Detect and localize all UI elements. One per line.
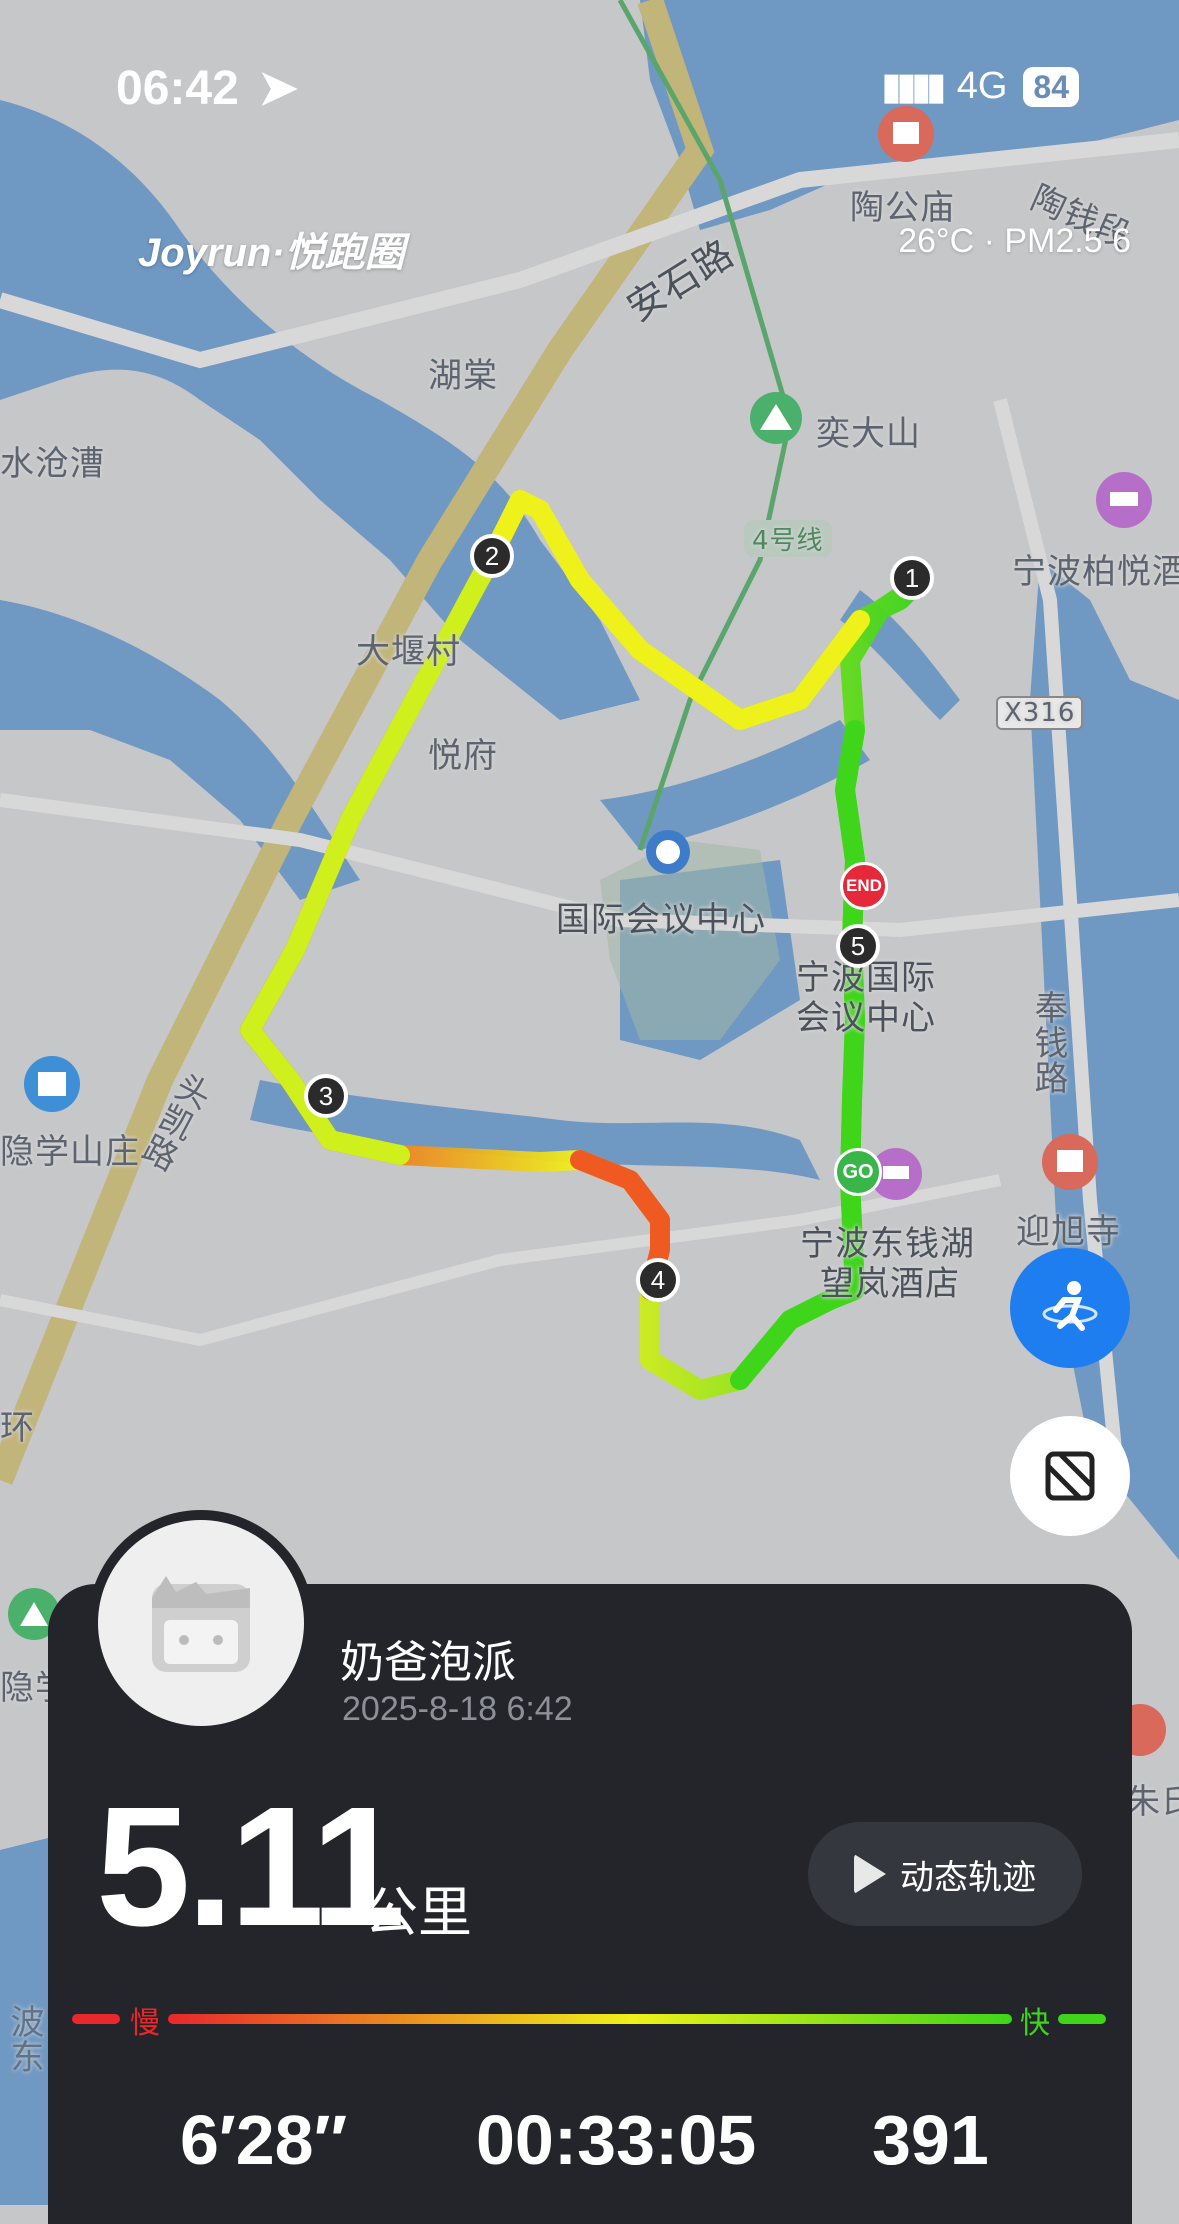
slow-bar-cap — [72, 2014, 120, 2024]
end-marker[interactable]: END — [840, 862, 888, 910]
km-marker-3[interactable]: 3 — [304, 1074, 348, 1118]
replay-track-button[interactable]: 动态轨迹 — [808, 1822, 1082, 1926]
play-icon — [854, 1854, 886, 1894]
poi-label[interactable]: 会议中心 — [796, 990, 936, 1039]
replay-label: 动态轨迹 — [900, 1857, 1036, 1898]
distance-unit: 公里 — [364, 1881, 472, 1944]
battery-indicator: 84 — [1023, 66, 1079, 107]
area-label: 水沧漕 — [0, 444, 105, 484]
mountain-pin-icon — [750, 392, 802, 444]
poi-label[interactable]: 隐学山庄 — [0, 1124, 140, 1173]
temple-pin-icon — [878, 106, 934, 162]
metro-station-icon — [646, 830, 690, 874]
poi-label[interactable]: 国际会议中心 — [556, 892, 766, 941]
fast-label: 快 — [1020, 2006, 1050, 2041]
status-time: 06:42 ➤ — [116, 62, 299, 115]
runner-button[interactable] — [1010, 1248, 1130, 1368]
duration-value: 00:33:05 — [476, 2101, 757, 2179]
network-type: 4G — [956, 65, 1008, 107]
fit-route-icon — [1045, 1451, 1095, 1501]
poi-label[interactable]: 迎旭寺 — [1016, 1204, 1121, 1253]
km-marker-2[interactable]: 2 — [470, 534, 514, 578]
road-label: 奉钱路 — [1028, 990, 1068, 1095]
building-pin-icon — [24, 1056, 80, 1112]
poi-label[interactable]: 朱氏 — [1126, 1774, 1179, 1823]
metro-line-label: 4号线 — [744, 520, 832, 557]
temple-pin-icon-2 — [1042, 1134, 1098, 1190]
brand-logo: Joyrun·悦跑圈 — [138, 231, 405, 275]
runner-icon — [1042, 1281, 1098, 1331]
weather-info: 26°C · PM2.5 6 — [898, 222, 1131, 260]
fit-route-button[interactable] — [1010, 1416, 1130, 1536]
area-label: 湖棠 — [428, 356, 498, 396]
avatar[interactable] — [98, 1520, 304, 1726]
hotel-pin-icon — [1096, 472, 1152, 528]
road-number-label: X316 — [996, 696, 1084, 730]
signal-icon: ▮▮▮▮ — [881, 66, 947, 108]
location-arrow-icon: ➤ — [258, 62, 299, 115]
km-marker-4[interactable]: 4 — [636, 1258, 680, 1302]
km-marker-5[interactable]: 5 — [836, 924, 880, 968]
area-label: 悦府 — [428, 736, 498, 776]
poi-label[interactable]: 宁波柏悦酒 — [1012, 544, 1179, 593]
status-indicators: ▮▮▮▮ 4G 84 — [881, 64, 1079, 109]
username[interactable]: 奶爸泡派 — [340, 1626, 516, 1690]
area-label: 波东 — [4, 2004, 44, 2074]
distance-value: 5.11 — [96, 1772, 405, 1962]
area-label: 大堰村 — [356, 632, 461, 672]
fast-bar-cap — [1058, 2014, 1106, 2024]
pace-gradient-bar — [168, 2014, 1012, 2024]
slow-label: 慢 — [130, 2006, 160, 2041]
default-avatar-icon — [152, 1576, 250, 1672]
poi-label[interactable]: 望岚酒店 — [820, 1256, 960, 1305]
road-label: 环 — [0, 1408, 35, 1448]
run-datetime: 2025-8-18 6:42 — [342, 1690, 573, 1728]
start-marker[interactable]: GO — [834, 1148, 882, 1196]
km-marker-1[interactable]: 1 — [890, 556, 934, 600]
poi-label[interactable]: 奕大山 — [816, 406, 921, 455]
pace-value: 6′28′′ — [180, 2101, 348, 2179]
calories-value: 391 — [872, 2101, 989, 2179]
